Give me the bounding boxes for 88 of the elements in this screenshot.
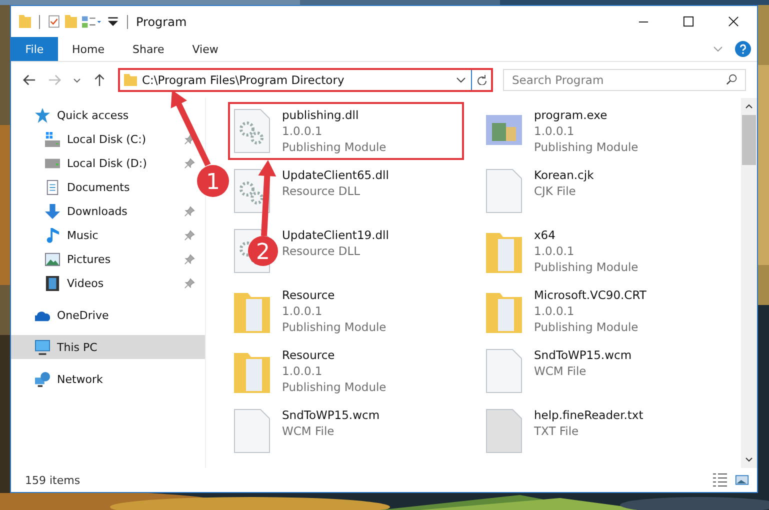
file-detail: Resource DLL bbox=[282, 183, 362, 199]
dropdown-icon[interactable] bbox=[107, 15, 119, 28]
help-icon[interactable] bbox=[735, 41, 751, 57]
file-detail: WCM File bbox=[534, 363, 588, 379]
ribbon-tab[interactable]: Share bbox=[118, 37, 178, 61]
up-icon[interactable] bbox=[93, 74, 106, 86]
sidebar-item[interactable]: Quick access bbox=[11, 103, 197, 127]
file-detail: Publishing Module bbox=[534, 319, 640, 335]
chevron-icon[interactable] bbox=[73, 78, 81, 82]
pin-icon[interactable] bbox=[184, 206, 195, 216]
music-note-icon bbox=[45, 228, 60, 242]
address-bar[interactable]: C:\Program Files\Program Directory bbox=[118, 68, 493, 92]
sidebar-item[interactable]: Local Disk (D:) bbox=[11, 151, 197, 175]
monitor-icon bbox=[35, 340, 50, 354]
file-detail: WCM File bbox=[282, 423, 336, 439]
item-count: 159 items bbox=[25, 474, 80, 486]
blank-document-icon bbox=[234, 409, 270, 453]
blank-document-icon bbox=[486, 349, 522, 393]
file-detail: Publishing Module bbox=[534, 259, 638, 275]
chevron-icon[interactable] bbox=[713, 46, 723, 52]
sidebar-item[interactable]: Videos bbox=[11, 271, 197, 295]
file-name: UpdateClient65.dll bbox=[282, 167, 389, 183]
file-name: SndToWP15.wcm bbox=[282, 407, 380, 423]
network-icon bbox=[35, 372, 50, 386]
highlighted-file-item[interactable]: publishing.dll 1.0.0.1 Publishing Module bbox=[228, 102, 464, 160]
file-detail: 1.0.0.1 bbox=[282, 123, 324, 139]
maximize-icon[interactable] bbox=[683, 16, 694, 27]
search-field[interactable]: Search Program bbox=[503, 69, 746, 91]
file-detail: CJK File bbox=[534, 183, 577, 199]
file-name: program.exe bbox=[534, 107, 608, 123]
file-name: publishing.dll bbox=[282, 107, 360, 123]
download-icon bbox=[45, 204, 60, 218]
file-detail: 1.0.0.1 bbox=[534, 243, 576, 259]
sidebar-item[interactable]: Local Disk (C:) bbox=[11, 127, 197, 151]
file-detail: 1.0.0.1 bbox=[534, 123, 576, 139]
blank-document-icon bbox=[486, 169, 522, 213]
file-name: UpdateClient19.dll bbox=[282, 227, 389, 243]
checklist-icon[interactable] bbox=[48, 15, 60, 28]
file-name: Resource bbox=[282, 347, 336, 363]
pin-icon[interactable] bbox=[184, 230, 195, 240]
back-icon[interactable] bbox=[23, 74, 36, 86]
pin-icon[interactable] bbox=[184, 158, 195, 168]
picture-frame-icon bbox=[45, 252, 60, 266]
star-icon bbox=[35, 108, 50, 122]
file-name: help.fineReader.txt bbox=[534, 407, 644, 423]
file-name: x64 bbox=[534, 227, 556, 243]
close-icon[interactable] bbox=[728, 16, 739, 27]
properties-icon[interactable] bbox=[82, 16, 102, 28]
file-detail: Publishing Module bbox=[534, 139, 638, 155]
drive-icon bbox=[45, 132, 60, 146]
window-title: Program bbox=[136, 14, 187, 28]
ribbon-tab[interactable]: File bbox=[11, 37, 58, 61]
file-detail: Publishing Module bbox=[282, 139, 386, 155]
file-name: SndToWP15.wcm bbox=[534, 347, 632, 363]
details-view-icon[interactable] bbox=[713, 473, 727, 487]
sidebar-item[interactable]: OneDrive bbox=[11, 303, 197, 327]
sidebar-item[interactable]: Pictures bbox=[11, 247, 197, 271]
file-detail: Resource DLL bbox=[282, 243, 362, 259]
scrollbar-thumb[interactable] bbox=[742, 115, 756, 165]
file-name: Microsoft.VC90.CRT bbox=[534, 287, 646, 303]
file-detail: TXT File bbox=[534, 423, 580, 439]
search-icon[interactable] bbox=[726, 74, 738, 85]
file-detail: Publishing Module bbox=[282, 379, 386, 395]
sidebar-item[interactable]: This PC bbox=[11, 335, 205, 359]
pin-icon[interactable] bbox=[184, 254, 195, 264]
ribbon-tab[interactable]: Home bbox=[58, 37, 118, 61]
file-name: Korean.cjk bbox=[534, 167, 594, 183]
file-name: Resource bbox=[282, 287, 336, 303]
sidebar-item[interactable]: Music bbox=[11, 223, 197, 247]
step-badge: 2 bbox=[248, 236, 278, 266]
file-detail: Publishing Module bbox=[282, 319, 386, 335]
document-icon bbox=[45, 180, 60, 194]
scrollbar[interactable] bbox=[741, 98, 757, 468]
sidebar-item[interactable]: Downloads bbox=[11, 199, 197, 223]
step-badge: 1 bbox=[197, 165, 229, 197]
film-icon bbox=[45, 276, 60, 290]
sidebar-item[interactable]: Network bbox=[11, 367, 197, 391]
minimize-icon[interactable] bbox=[638, 20, 649, 22]
file-detail: 1.0.0.1 bbox=[282, 363, 324, 379]
blank-document-icon bbox=[486, 409, 522, 453]
sidebar-item[interactable]: Documents bbox=[11, 175, 197, 199]
pin-icon[interactable] bbox=[184, 278, 195, 288]
pin-icon[interactable] bbox=[184, 134, 195, 144]
gear-document-icon bbox=[234, 109, 270, 153]
file-detail: 1.0.0.1 bbox=[282, 303, 324, 319]
ribbon-tab[interactable]: View bbox=[178, 37, 232, 61]
large-icons-view-icon[interactable] bbox=[735, 473, 749, 487]
file-detail: 1.0.0.1 bbox=[534, 303, 576, 319]
